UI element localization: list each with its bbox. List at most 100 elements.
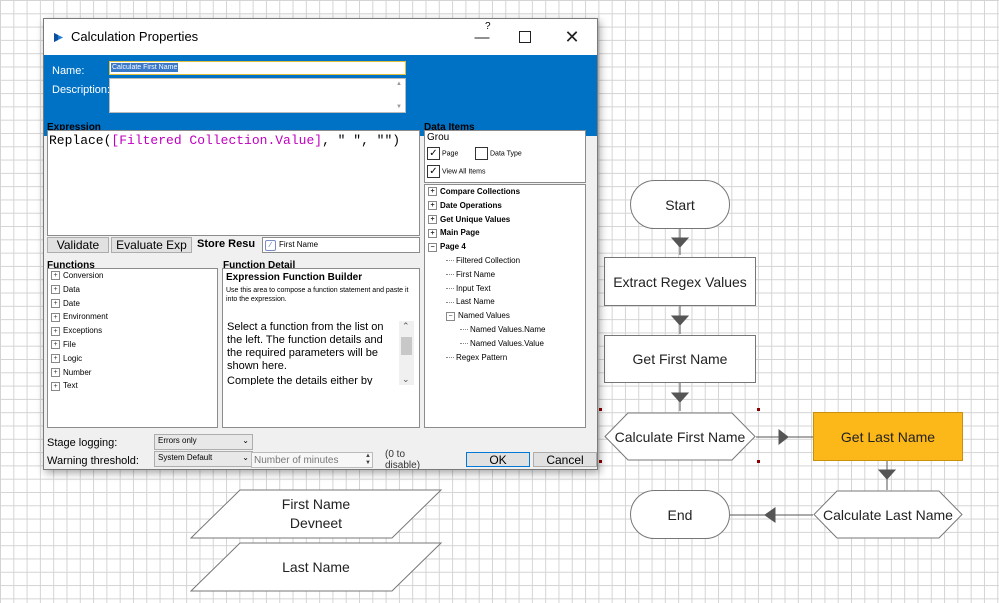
cancel-button[interactable]: Cancel	[533, 452, 597, 467]
stage-extract-regex-values[interactable]: Extract Regex Values	[604, 257, 756, 306]
data-item-node[interactable]: Filtered Collection	[446, 256, 520, 265]
checkbox-icon: ✓	[427, 165, 440, 178]
warning-threshold-select[interactable]: System Default ⌄	[154, 451, 253, 467]
function-category[interactable]: + Logic	[51, 354, 82, 364]
tree-connector	[446, 301, 454, 303]
close-icon: ✕	[564, 26, 580, 47]
collapse-icon[interactable]: −	[428, 242, 437, 252]
scroll-thumb[interactable]	[401, 337, 412, 355]
data-page-node[interactable]: + Main Page	[428, 228, 480, 238]
expression-editor[interactable]: Replace([Filtered Collection.Value], " "…	[47, 130, 420, 236]
minutes-input[interactable]: Number of minutes ▲ ▼	[251, 452, 373, 468]
expand-icon[interactable]: +	[51, 271, 60, 281]
group-label: Grou	[427, 132, 450, 143]
expand-icon[interactable]: +	[428, 214, 437, 224]
functions-tree[interactable]: + Conversion + Data + Date + Environment + Except…	[47, 268, 218, 428]
function-category-label: File	[63, 340, 76, 349]
data-item-label: Last Name	[456, 297, 495, 307]
warning-threshold-value: System Default	[158, 453, 213, 462]
view-all-checkbox[interactable]: ✓ View All Items	[427, 165, 485, 178]
expand-icon[interactable]: +	[51, 285, 60, 295]
stage-calculate-first-name[interactable]: Calculate First Name	[604, 412, 756, 461]
data-item-node[interactable]: Last Name	[446, 297, 495, 306]
function-category[interactable]: + Exceptions	[51, 326, 103, 336]
builder-title: Expression Function Builder	[226, 272, 363, 283]
data-item-label: First Name	[456, 269, 496, 279]
data-item-node[interactable]: Named Values.Value	[460, 339, 544, 348]
description-input[interactable]: ▲ ▼	[109, 78, 406, 113]
expand-icon[interactable]: +	[51, 354, 60, 364]
data-item-node[interactable]: First Name	[446, 270, 495, 279]
app-icon	[54, 33, 63, 42]
function-category-label: Number	[63, 367, 92, 377]
stage-get-first-name[interactable]: Get First Name	[604, 335, 756, 383]
close-button[interactable]: ✕	[559, 25, 585, 49]
builder-scrollbar[interactable]: ⌃ ⌄	[399, 321, 414, 385]
function-category[interactable]: + Data	[51, 284, 80, 295]
validate-button[interactable]: Validate	[47, 237, 109, 253]
scroll-down-icon[interactable]: ▼	[396, 104, 402, 110]
data-page-node[interactable]: + Date Operations	[428, 201, 502, 211]
collapse-icon[interactable]: −	[446, 311, 455, 321]
stage-calculate-last-name[interactable]: Calculate Last Name	[813, 490, 963, 539]
function-category[interactable]: + Date	[51, 299, 80, 308]
scroll-up-icon[interactable]: ▲	[396, 81, 402, 87]
data-page-node[interactable]: + Get Unique Values	[428, 215, 510, 224]
disable-note: (0 to disable)	[385, 449, 421, 469]
data-item-node[interactable]: Input Text	[446, 284, 491, 293]
data-item-first-name[interactable]: First Name Devneet	[190, 489, 442, 539]
evaluate-expression-button[interactable]: Evaluate Exp	[111, 237, 192, 253]
expression-rest: , " ", "")	[322, 133, 401, 148]
data-item-node[interactable]: Regex Pattern	[446, 353, 507, 362]
data-items-tree[interactable]: + Compare Collections + Date Operations + Get…	[424, 184, 586, 428]
name-input[interactable]: Calculate First Name	[109, 61, 406, 75]
help-button[interactable]: ?	[485, 21, 491, 32]
data-page-node[interactable]: + Compare Collections	[428, 187, 520, 197]
scroll-up-icon[interactable]: ⌃	[402, 321, 410, 332]
stepper-icon[interactable]: ▲ ▼	[365, 453, 371, 467]
view-all-checkbox-label: View All Items	[442, 168, 486, 176]
maximize-button[interactable]	[512, 25, 538, 49]
expand-icon[interactable]: +	[51, 367, 60, 377]
datatype-checkbox[interactable]: Data Type	[475, 147, 522, 160]
expand-icon[interactable]: +	[51, 340, 60, 350]
function-category[interactable]: + Text	[51, 381, 78, 391]
data-item-node[interactable]: − Named Values	[446, 311, 510, 321]
scroll-down-icon[interactable]: ⌄	[402, 374, 410, 385]
ok-button[interactable]: OK	[466, 452, 530, 467]
function-category-label: Exceptions	[63, 326, 103, 336]
expand-icon[interactable]: +	[428, 201, 437, 211]
data-item-label: Named Values	[458, 311, 510, 321]
builder-description: Use this area to compose a function stat…	[226, 287, 409, 303]
expand-icon[interactable]: +	[51, 326, 60, 336]
function-category-label: Data	[63, 284, 80, 294]
checkbox-icon	[475, 147, 488, 160]
expand-icon[interactable]: +	[51, 312, 60, 322]
stage-logging-label: Stage logging:	[47, 437, 118, 449]
minimize-button[interactable]: —	[469, 25, 495, 49]
store-result-label: Store Resu	[197, 238, 256, 250]
function-category[interactable]: + Environment	[51, 312, 108, 322]
data-item-last-name[interactable]: Last Name	[190, 542, 442, 592]
tree-connector	[446, 260, 454, 262]
expand-icon[interactable]: +	[51, 381, 60, 391]
data-item-node[interactable]: Named Values.Name	[460, 325, 545, 334]
expand-icon[interactable]: +	[428, 187, 437, 197]
function-category[interactable]: + Conversion	[51, 271, 103, 281]
minutes-placeholder: Number of minutes	[254, 455, 339, 466]
expression-function: Replace(	[49, 133, 112, 148]
function-category[interactable]: + File	[51, 340, 76, 350]
stage-end[interactable]: End	[630, 490, 730, 539]
page-checkbox[interactable]: ✓ Page	[427, 147, 458, 160]
store-result-field[interactable]: ⁄ First Name	[262, 237, 420, 253]
expand-icon[interactable]: +	[51, 298, 60, 308]
expand-icon[interactable]: +	[428, 228, 437, 238]
function-category[interactable]: + Number	[51, 368, 91, 377]
data-page-node[interactable]: − Page 4	[428, 242, 466, 252]
stage-start[interactable]: Start	[630, 180, 730, 229]
data-item-label: Named Values.Value	[470, 338, 544, 348]
ok-label: OK	[489, 452, 507, 467]
stage-label: Extract Regex Values	[613, 273, 747, 290]
stage-get-last-name[interactable]: Get Last Name	[813, 412, 963, 461]
stage-logging-select[interactable]: Errors only ⌄	[154, 434, 253, 450]
